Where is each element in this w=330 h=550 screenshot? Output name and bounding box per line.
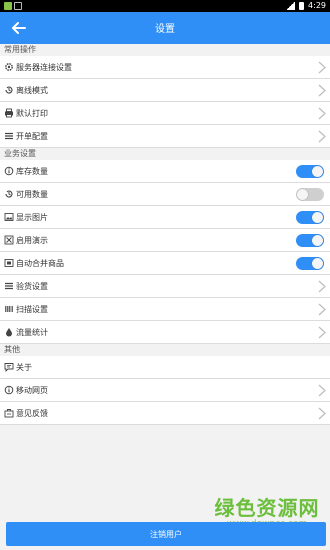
chevron-right-icon <box>318 107 326 120</box>
row-label: 库存数量 <box>16 166 48 176</box>
toggle-knob <box>312 258 323 269</box>
toggle-knob <box>312 235 323 246</box>
row-label: 验货设置 <box>16 281 48 291</box>
row-label: 显示图片 <box>16 212 48 222</box>
row-label: 流量统计 <box>16 327 48 337</box>
watermark-text: 绿色资源网 <box>214 496 320 520</box>
notification-icon-2 <box>14 2 22 10</box>
row-label: 移动网页 <box>16 385 48 395</box>
settings-list: 常用操作 服务器连接设置 离线模式 默认打印 开单配置 业务设置 库存数量 可用… <box>0 44 330 425</box>
chevron-right-icon <box>318 84 326 97</box>
row-label: 可用数量 <box>16 189 48 199</box>
row-label: 自动合并商品 <box>16 258 64 268</box>
status-time: 4:29 <box>308 1 326 10</box>
chevron-right-icon <box>318 61 326 74</box>
row-auto-merge: 自动合并商品 <box>0 252 330 275</box>
row-label: 启用演示 <box>16 235 48 245</box>
row-available-quantity: 可用数量 <box>0 183 330 206</box>
history-icon <box>4 189 14 199</box>
row-order-config[interactable]: 开单配置 <box>0 125 330 148</box>
stock-quantity-toggle[interactable] <box>296 165 324 178</box>
row-scan-settings[interactable]: 扫描设置 <box>0 298 330 321</box>
chevron-right-icon <box>318 407 326 420</box>
row-enable-demo: 启用演示 <box>0 229 330 252</box>
enable-demo-toggle[interactable] <box>296 234 324 247</box>
row-label: 关于 <box>16 362 32 372</box>
row-label: 服务器连接设置 <box>16 62 72 72</box>
info-icon <box>4 166 14 176</box>
menu-lines-icon <box>4 131 14 141</box>
briefcase-icon <box>4 408 14 418</box>
section-header-common: 常用操作 <box>0 44 330 56</box>
chevron-right-icon <box>318 130 326 143</box>
section-header-business: 业务设置 <box>0 148 330 160</box>
section-header-other: 其他 <box>0 344 330 356</box>
toggle-knob <box>312 212 323 223</box>
barcode-icon <box>4 304 14 314</box>
status-bar: 4:29 <box>0 0 330 12</box>
row-show-images: 显示图片 <box>0 206 330 229</box>
show-images-toggle[interactable] <box>296 211 324 224</box>
menu-lines-icon <box>4 281 14 291</box>
toggle-knob <box>297 189 308 200</box>
row-label: 默认打印 <box>16 108 48 118</box>
row-about[interactable]: 关于 <box>0 356 330 379</box>
row-stock-quantity: 库存数量 <box>0 160 330 183</box>
signal-icon <box>286 2 296 10</box>
logout-button[interactable]: 注销用户 <box>6 522 326 546</box>
row-server-connection[interactable]: 服务器连接设置 <box>0 56 330 79</box>
app-bar: 设置 <box>0 12 330 44</box>
image-icon <box>4 212 14 222</box>
info-icon <box>4 385 14 395</box>
row-mobile-web[interactable]: 移动网页 <box>0 379 330 402</box>
row-label: 扫描设置 <box>16 304 48 314</box>
drop-icon <box>4 327 14 337</box>
row-default-print[interactable]: 默认打印 <box>0 102 330 125</box>
printer-icon <box>4 108 14 118</box>
notification-icon <box>4 2 12 10</box>
chat-icon <box>4 362 14 372</box>
row-inspection-settings[interactable]: 验货设置 <box>0 275 330 298</box>
row-traffic-stats[interactable]: 流量统计 <box>0 321 330 344</box>
chevron-right-icon <box>318 384 326 397</box>
chevron-right-icon <box>318 303 326 316</box>
toggle-knob <box>312 166 323 177</box>
auto-merge-toggle[interactable] <box>296 257 324 270</box>
row-offline-mode[interactable]: 离线模式 <box>0 79 330 102</box>
merge-icon <box>4 258 14 268</box>
history-icon <box>4 85 14 95</box>
demo-icon <box>4 235 14 245</box>
page-title: 设置 <box>155 24 175 35</box>
chevron-right-icon <box>318 280 326 293</box>
chevron-right-icon <box>318 326 326 339</box>
battery-icon <box>299 2 305 10</box>
gear-icon <box>4 62 14 72</box>
row-label: 离线模式 <box>16 85 48 95</box>
available-quantity-toggle[interactable] <box>296 188 324 201</box>
row-feedback[interactable]: 意见反馈 <box>0 402 330 425</box>
row-label: 开单配置 <box>16 131 48 141</box>
row-label: 意见反馈 <box>16 408 48 418</box>
